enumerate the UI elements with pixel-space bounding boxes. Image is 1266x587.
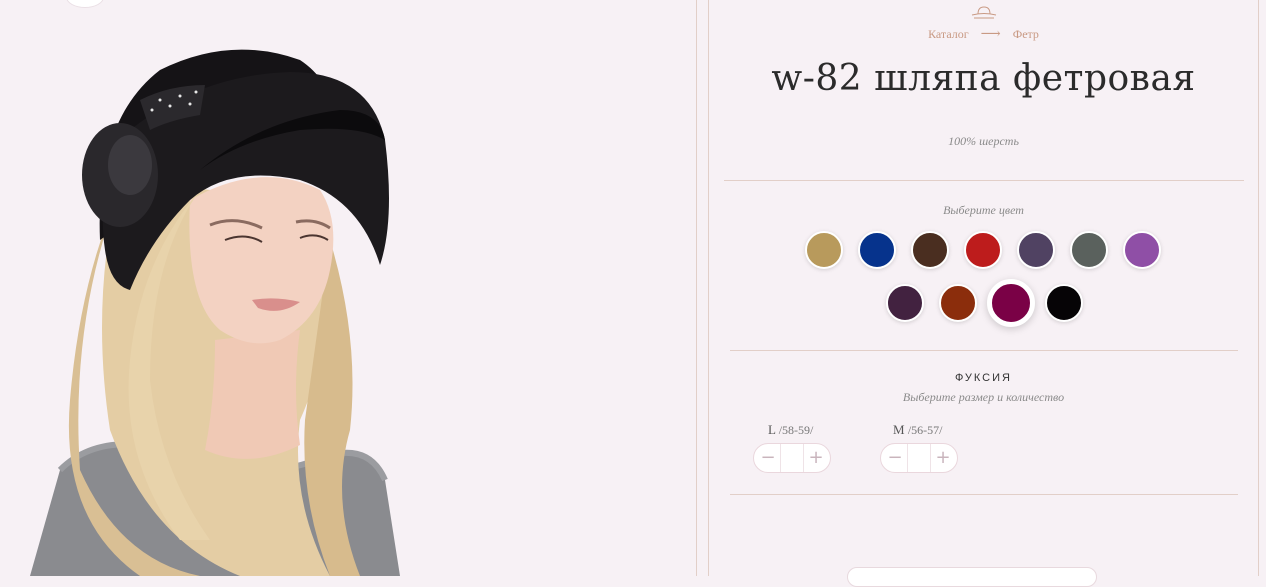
product-title: w-82 шляпа фетровая <box>771 58 1196 99</box>
breadcrumb-catalog-link[interactable]: Каталог <box>928 27 969 41</box>
plus-icon[interactable]: + <box>803 444 829 472</box>
size-dims: /58-59/ <box>778 423 814 437</box>
size-name: M <box>893 422 905 437</box>
quantity-input[interactable] <box>780 444 804 472</box>
quantity-stepper-l: − + <box>753 443 831 473</box>
divider-line <box>1258 0 1259 576</box>
color-swatch-blue[interactable] <box>858 231 896 269</box>
breadcrumb: Каталог ⟶ Фетр <box>709 26 1258 43</box>
product-panel: Каталог ⟶ Фетр w-82 шляпа фетровая 100% ше… <box>709 0 1258 587</box>
color-swatch-violet[interactable] <box>1123 231 1161 269</box>
color-swatch-red[interactable] <box>964 231 1002 269</box>
quantity-input[interactable] <box>907 444 931 472</box>
color-swatch-black[interactable] <box>1044 284 1083 322</box>
minus-icon[interactable]: − <box>755 444 781 472</box>
product-material: 100% шерсть <box>948 134 1019 148</box>
model-hat-image <box>0 0 696 576</box>
product-photo <box>0 0 696 576</box>
size-label-l: L /58-59/ <box>768 422 813 438</box>
quantity-stepper-m: − + <box>880 443 958 473</box>
color-swatch-rust[interactable] <box>938 284 977 322</box>
breadcrumb-arrow-icon: ⟶ <box>980 27 1001 42</box>
section-divider <box>724 180 1244 181</box>
size-dims: /56-57/ <box>907 423 943 437</box>
color-swatch-purple-grey[interactable] <box>1017 231 1055 269</box>
selected-color-name: ФУКСИЯ <box>955 372 1012 384</box>
color-swatch-plum[interactable] <box>885 284 924 322</box>
size-name: L <box>768 422 776 437</box>
color-swatch-beige[interactable] <box>805 231 843 269</box>
color-swatch-grey-green[interactable] <box>1070 231 1108 269</box>
size-label-m: M /56-57/ <box>893 422 942 438</box>
color-swatch-fuchsia[interactable] <box>986 279 1035 327</box>
section-divider <box>730 350 1238 351</box>
size-prompt: Выберите размер и количество <box>902 390 1065 404</box>
divider-line <box>696 0 697 576</box>
color-prompt: Выберите цвет <box>943 203 1024 217</box>
plus-icon[interactable]: + <box>930 444 956 472</box>
hat-logo-icon <box>971 6 997 19</box>
minus-icon[interactable]: − <box>882 444 908 472</box>
breadcrumb-category-link[interactable]: Фетр <box>1013 27 1039 41</box>
add-to-cart-button[interactable] <box>847 567 1097 587</box>
section-divider <box>730 494 1238 495</box>
color-swatch-brown[interactable] <box>911 231 949 269</box>
